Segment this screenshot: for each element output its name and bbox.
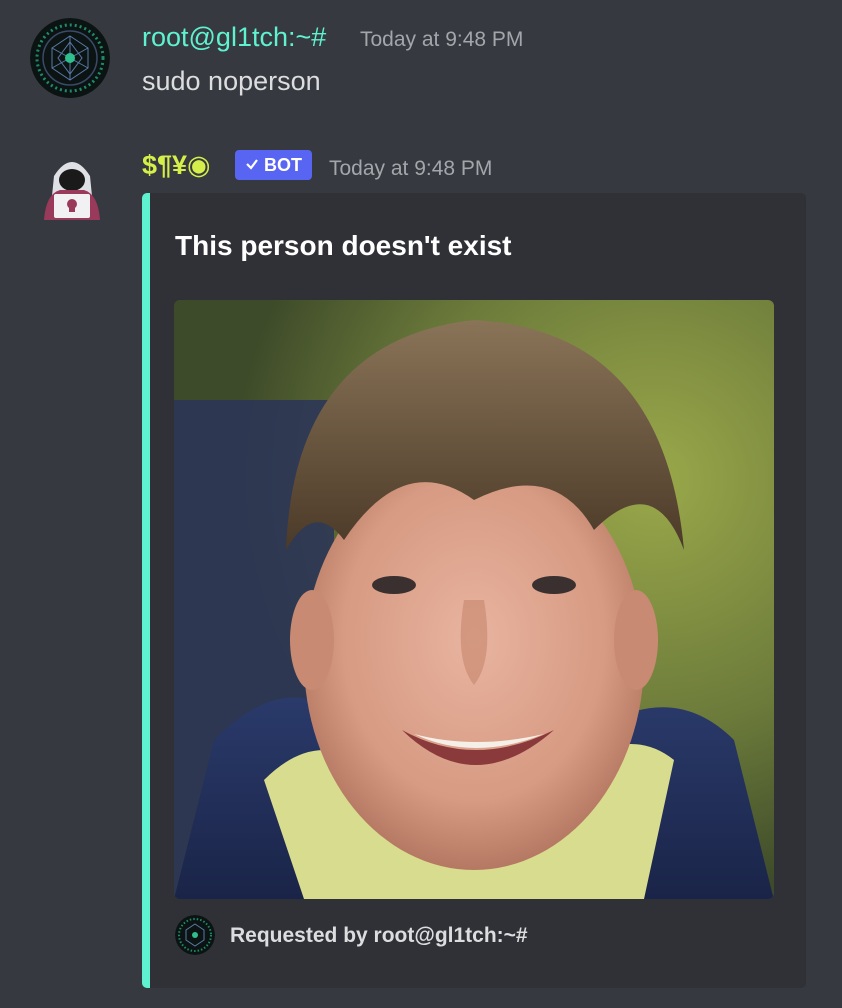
check-icon: [245, 155, 259, 176]
bot-tag-label: BOT: [264, 154, 302, 175]
bot-username[interactable]: $¶¥◉: [142, 150, 211, 181]
embed-image[interactable]: [174, 300, 774, 899]
embed: This person doesn't exist Requested by r…: [142, 193, 806, 988]
footer-avatar: [175, 915, 215, 955]
message-content: sudo noperson: [142, 66, 321, 96]
embed-title: This person doesn't exist: [175, 230, 512, 261]
bot-tag: BOT: [235, 150, 312, 180]
username[interactable]: root@gl1tch:~#: [142, 22, 326, 53]
bot-avatar[interactable]: [40, 150, 104, 222]
timestamp: Today at 9:48 PM: [360, 28, 524, 51]
user-avatar[interactable]: [30, 18, 110, 98]
embed-accent-bar: [142, 193, 150, 988]
timestamp: Today at 9:48 PM: [329, 157, 493, 180]
embed-footer-text: Requested by root@gl1tch:~#: [230, 924, 528, 947]
